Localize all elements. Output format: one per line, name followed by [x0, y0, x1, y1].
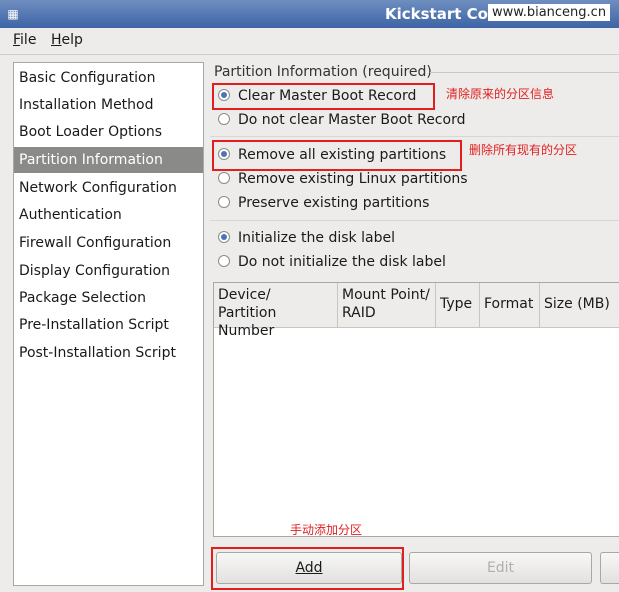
radio-do-not-initialize-disk-label-label: Do not initialize the disk label: [238, 254, 446, 270]
radio-remove-linux-partitions-label: Remove existing Linux partitions: [238, 171, 468, 187]
radio-preserve-partitions-label: Preserve existing partitions: [238, 195, 430, 211]
table-header: Device/ Partition Number Mount Point/ RA…: [214, 283, 619, 339]
radio-initialize-disk-label[interactable]: Initialize the disk label: [218, 230, 395, 246]
sidebar-item-firewall-configuration[interactable]: Firewall Configuration: [14, 230, 203, 256]
column-header-type-label: Type: [440, 296, 473, 312]
column-header-device[interactable]: Device/ Partition Number: [214, 283, 338, 339]
sidebar-item-partition-information[interactable]: Partition Information: [14, 147, 203, 173]
annotation-remove-all: 删除所有现有的分区: [469, 143, 578, 157]
radio-unselected-icon: [218, 196, 230, 208]
column-header-mount-point-line1: Mount Point/: [342, 287, 430, 303]
menu-bar: File Help: [0, 28, 619, 55]
menu-help-mnemonic: H: [51, 32, 62, 48]
edit-button[interactable]: Edit: [409, 552, 592, 584]
sidebar-item-authentication[interactable]: Authentication: [14, 202, 203, 228]
column-header-size[interactable]: Size (MB): [540, 283, 619, 327]
column-header-mount-point-line2: RAID: [342, 305, 376, 321]
window-title: Kickstart Co: [385, 5, 488, 23]
column-header-size-label: Size (MB): [544, 296, 610, 312]
sidebar-item-boot-loader-options[interactable]: Boot Loader Options: [14, 119, 203, 145]
annotation-box-remove-all: [212, 140, 462, 171]
radio-selected-icon: [218, 231, 230, 243]
radio-unselected-icon: [218, 255, 230, 267]
column-header-type[interactable]: Type: [436, 283, 480, 327]
sidebar-item-post-installation-script[interactable]: Post-Installation Script: [14, 340, 203, 366]
sidebar-item-installation-method[interactable]: Installation Method: [14, 92, 203, 118]
menu-file-mnemonic: F: [13, 32, 21, 48]
sidebar-item-network-configuration[interactable]: Network Configuration: [14, 175, 203, 201]
partition-group-title: Partition Information (required): [214, 64, 432, 80]
column-header-format-label: Format: [484, 296, 534, 312]
radio-remove-linux-partitions[interactable]: Remove existing Linux partitions: [218, 171, 468, 187]
separator: [210, 220, 619, 221]
menu-help[interactable]: Help: [51, 32, 83, 48]
annotation-clear-mbr: 清除原来的分区信息: [446, 87, 555, 101]
radio-unselected-icon: [218, 113, 230, 125]
partition-table[interactable]: Device/ Partition Number Mount Point/ RA…: [213, 282, 619, 537]
sidebar-item-basic-configuration[interactable]: Basic Configuration: [14, 65, 203, 91]
delete-button[interactable]: [600, 552, 619, 584]
annotation-box-add: [211, 547, 404, 590]
separator: [210, 136, 619, 137]
group-frame-line: [430, 72, 619, 73]
radio-initialize-disk-label-label: Initialize the disk label: [238, 230, 395, 246]
column-header-device-line2: Partition Number: [218, 305, 277, 339]
radio-unselected-icon: [218, 172, 230, 184]
title-bar: ▦ Kickstart Co www.bianceng.cn: [0, 0, 619, 28]
edit-button-label: Edit: [486, 560, 515, 576]
radio-do-not-initialize-disk-label[interactable]: Do not initialize the disk label: [218, 254, 446, 270]
radio-do-not-clear-mbr-label: Do not clear Master Boot Record: [238, 112, 466, 128]
watermark-text: www.bianceng.cn: [488, 4, 611, 21]
sidebar-item-package-selection[interactable]: Package Selection: [14, 285, 203, 311]
column-header-device-line1: Device/: [218, 287, 271, 303]
radio-preserve-partitions[interactable]: Preserve existing partitions: [218, 195, 429, 211]
column-header-format[interactable]: Format: [480, 283, 540, 327]
app-icon: ▦: [7, 7, 19, 21]
annotation-box-clear-mbr: [212, 83, 435, 110]
column-header-mount-point[interactable]: Mount Point/ RAID: [338, 283, 436, 327]
sidebar-item-display-configuration[interactable]: Display Configuration: [14, 258, 203, 284]
annotation-add-manual: 手动添加分区: [290, 523, 363, 537]
radio-do-not-clear-mbr[interactable]: Do not clear Master Boot Record: [218, 112, 465, 128]
sidebar: Basic Configuration Installation Method …: [13, 62, 204, 586]
menu-file[interactable]: File: [13, 32, 36, 48]
menu-help-label: elp: [61, 32, 83, 48]
menu-file-label: ile: [20, 32, 37, 48]
sidebar-item-pre-installation-script[interactable]: Pre-Installation Script: [14, 312, 203, 338]
